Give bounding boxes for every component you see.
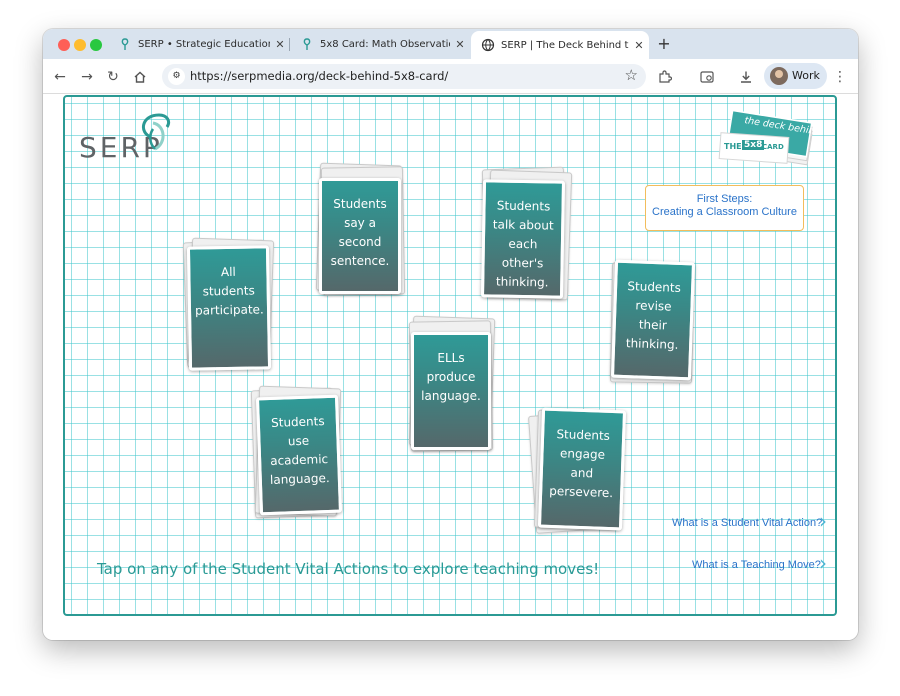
badge-line-4: CARD: [762, 143, 784, 151]
tab-deck-behind-active[interactable]: SERP | The Deck Behind the 5 ✕: [471, 31, 649, 59]
serp-favicon-icon: [303, 38, 311, 50]
card-stack-revise-thinking[interactable]: Students revise their thinking.: [609, 259, 703, 385]
first-steps-line-2: Creating a Classroom Culture: [652, 206, 797, 218]
card-stack-engage-persevere[interactable]: Students engage and persevere.: [527, 407, 630, 537]
first-steps-button[interactable]: First Steps: Creating a Classroom Cultur…: [645, 185, 804, 231]
tab-5x8-card[interactable]: 5x8 Card: Math Observation C ✕: [290, 29, 470, 59]
tab-title: SERP | The Deck Behind the 5: [501, 39, 629, 51]
tab-close-icon[interactable]: ✕: [629, 39, 649, 52]
back-arrow-icon[interactable]: ←: [50, 67, 70, 87]
url-text[interactable]: https://serpmedia.org/deck-behind-5x8-ca…: [190, 69, 448, 83]
tab-strip: SERP • Strategic Education R ✕ 5x8 Card:…: [43, 29, 858, 59]
site-settings-icon[interactable]: ⚙: [168, 68, 185, 85]
tab-search-icon[interactable]: [697, 67, 717, 87]
tab-title: 5x8 Card: Math Observation C: [320, 38, 450, 50]
serp-favicon-icon: [121, 38, 129, 50]
reload-icon[interactable]: ↻: [103, 67, 123, 87]
card-ells-produce-language[interactable]: ELLs produce language.: [411, 332, 491, 450]
card-stack-academic-language[interactable]: Students use academic language.: [250, 385, 349, 523]
card-stack-talk-about-thinking[interactable]: Students talk about each other's thinkin…: [480, 166, 574, 301]
instruction-text: Tap on any of the Student Vital Actions …: [97, 560, 600, 578]
badge-line-2: THE: [724, 142, 742, 151]
card-engage-persevere[interactable]: Students engage and persevere.: [537, 407, 627, 531]
download-icon[interactable]: [736, 67, 756, 87]
tab-close-icon[interactable]: ✕: [270, 38, 290, 51]
avatar: [770, 67, 788, 85]
card-second-sentence[interactable]: Students say a second sentence.: [319, 178, 401, 294]
chevron-right-icon[interactable]: ›: [819, 553, 827, 573]
minimize-window-button[interactable]: [74, 39, 86, 51]
card-deck-logo-icon: [718, 109, 813, 166]
zoom-window-button[interactable]: [90, 39, 102, 51]
serp-logo[interactable]: SERP: [79, 109, 189, 169]
more-menu-icon[interactable]: ⋮: [830, 67, 850, 87]
home-icon[interactable]: [130, 67, 150, 87]
chevron-right-icon[interactable]: ›: [819, 511, 827, 531]
tab-title: SERP • Strategic Education R: [138, 38, 270, 50]
globe-icon: [481, 38, 495, 52]
forward-arrow-icon[interactable]: →: [77, 67, 97, 87]
extensions-puzzle-icon[interactable]: [655, 67, 675, 87]
card-all-students-participate[interactable]: All students participate.: [186, 245, 272, 371]
deck-board: SERP the deck behind THE 5x8 CARD First …: [63, 95, 837, 616]
first-steps-line-1: First Steps:: [696, 193, 753, 205]
card-talk-about-thinking[interactable]: Students talk about each other's thinkin…: [480, 179, 566, 299]
deck-behind-5x8-card-badge[interactable]: the deck behind THE 5x8 CARD: [717, 107, 821, 167]
badge-line-3: 5x8: [742, 140, 765, 150]
student-vital-action-link[interactable]: What is a Student Vital Action?: [672, 517, 822, 529]
new-tab-button[interactable]: +: [655, 35, 673, 53]
close-window-button[interactable]: [58, 39, 70, 51]
profile-label: Work: [792, 69, 820, 82]
card-revise-thinking[interactable]: Students revise their thinking.: [610, 259, 696, 381]
serp-leaf-logo-icon: [142, 113, 171, 151]
card-stack-second-sentence[interactable]: Students say a second sentence.: [315, 162, 410, 298]
browser-window: SERP • Strategic Education R ✕ 5x8 Card:…: [43, 29, 858, 640]
tab-serp-strategic-education[interactable]: SERP • Strategic Education R ✕: [108, 29, 290, 59]
card-stack-ells-produce-language[interactable]: ELLs produce language.: [408, 315, 500, 453]
profile-button[interactable]: Work: [764, 63, 827, 89]
address-bar[interactable]: ⚙ https://serpmedia.org/deck-behind-5x8-…: [162, 64, 646, 89]
teaching-move-link[interactable]: What is a Teaching Move?: [692, 559, 821, 571]
tab-close-icon[interactable]: ✕: [450, 38, 470, 51]
browser-toolbar: ← → ↻ ⚙ https://serpmedia.org/deck-behin…: [43, 59, 858, 94]
card-academic-language[interactable]: Students use academic language.: [255, 394, 343, 516]
page-content: SERP the deck behind THE 5x8 CARD First …: [43, 95, 858, 640]
bookmark-star-icon[interactable]: ☆: [625, 66, 638, 84]
card-stack-all-students-participate[interactable]: All students participate.: [182, 237, 277, 371]
